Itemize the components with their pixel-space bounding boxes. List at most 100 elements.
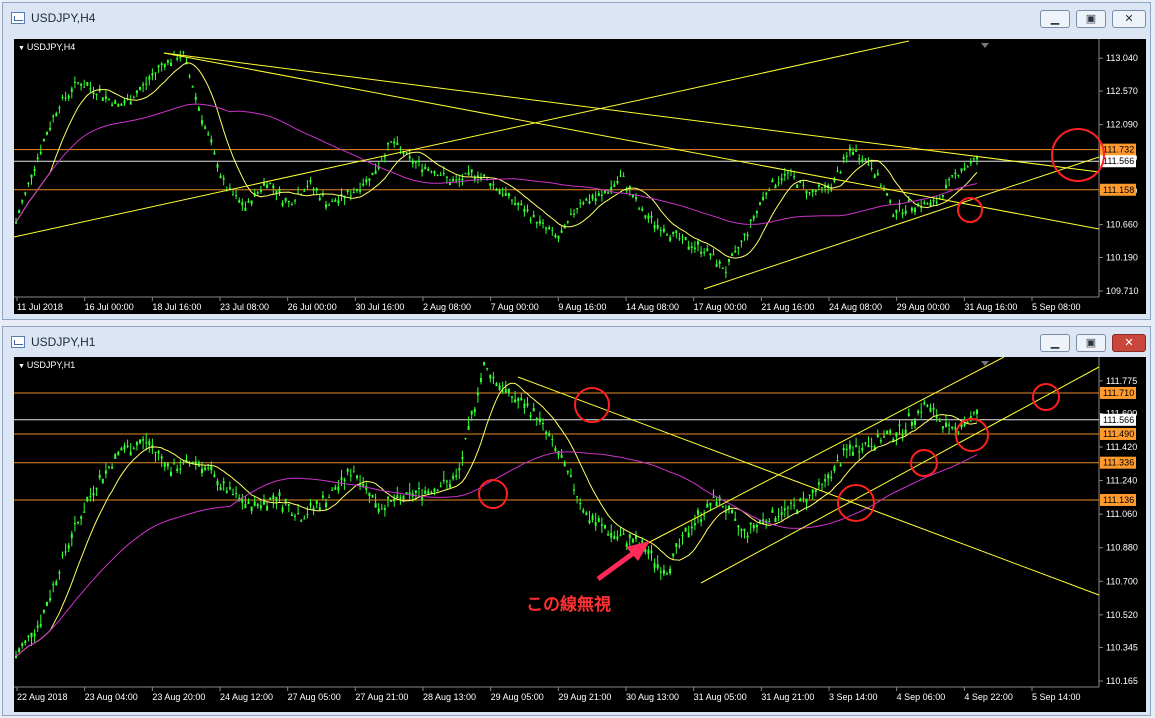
y-tick-label: 109.710: [1106, 286, 1139, 296]
candle-body: [489, 182, 492, 186]
minimize-icon[interactable]: ▁: [1040, 334, 1070, 352]
candle-body: [405, 492, 408, 494]
candle-body: [132, 448, 135, 450]
price-chart-h1[interactable]: 111.775 111.600 111.420 111.240 111.060 110.8…: [14, 357, 1146, 712]
maximize-icon[interactable]: ▣: [1076, 334, 1106, 352]
candle-body: [724, 271, 727, 273]
candle-body: [743, 233, 746, 236]
candle-body: [771, 179, 774, 183]
candle-body: [746, 234, 749, 237]
chart-window-h1[interactable]: USDJPY,H1 ▁ ▣ ✕ 111.775 111.600 111.420 111…: [2, 326, 1151, 716]
candle-body: [256, 504, 259, 507]
candle-body: [390, 141, 393, 143]
marker-circle: [1032, 383, 1060, 411]
candle-body: [86, 81, 89, 86]
candle-body: [883, 436, 885, 438]
candle-body: [855, 445, 858, 448]
candle-body: [58, 572, 61, 574]
candle-body: [232, 494, 234, 496]
close-icon[interactable]: ✕: [1112, 10, 1146, 28]
candle-body: [405, 152, 408, 154]
candle-body: [30, 174, 33, 178]
candle-body: [173, 463, 176, 465]
candle-body: [684, 236, 687, 241]
candle-body: [498, 190, 501, 194]
chart-canvas-h4[interactable]: 113.040112.570112.090111.610111.140110.6…: [14, 39, 1146, 314]
candle-body: [58, 107, 61, 109]
candle-body: [418, 160, 420, 162]
candle-body: [697, 241, 699, 245]
candle-body: [259, 189, 262, 192]
candle-body: [380, 160, 383, 162]
candle-body: [901, 433, 904, 437]
candle-body: [77, 521, 79, 524]
candle-body: [749, 219, 752, 222]
candle-body: [907, 413, 910, 417]
candle-body: [501, 194, 504, 196]
candle-body: [737, 246, 740, 249]
candle-body: [421, 169, 424, 173]
candle-body: [204, 126, 207, 129]
price-level-value: 111.566: [1103, 156, 1134, 166]
candle-body: [597, 518, 600, 522]
candle-body: [628, 534, 631, 538]
candle-body: [182, 461, 185, 463]
price-chart-h4[interactable]: 113.040112.570112.090111.610111.140110.6…: [14, 39, 1146, 314]
window-title: USDJPY,H4: [31, 11, 96, 25]
candle-body: [452, 178, 455, 182]
candle-body: [954, 172, 957, 175]
candle-body: [464, 172, 467, 174]
candle-body: [411, 161, 414, 164]
candle-body: [678, 545, 681, 547]
candle-body: [641, 540, 644, 543]
candle-body: [842, 447, 845, 451]
candle-body: [700, 519, 703, 522]
candle-body: [687, 532, 690, 538]
candle-body: [935, 201, 938, 204]
candle-body: [929, 407, 932, 413]
candle-body: [445, 176, 448, 178]
candle-body: [839, 172, 842, 174]
chart-window-h4[interactable]: USDJPY,H4 ▁ ▣ ✕ 113.040 112.570 112.090 111…: [2, 2, 1151, 320]
close-icon[interactable]: ✕: [1112, 334, 1146, 352]
chart-canvas-h1[interactable]: 111.775111.600111.420111.240111.060110.8…: [14, 357, 1146, 712]
window-titlebar[interactable]: USDJPY,H1 ▁ ▣ ✕: [3, 327, 1150, 357]
candle-body: [123, 445, 126, 450]
candle-body: [600, 194, 603, 196]
candle-body: [21, 643, 24, 646]
candle-body: [424, 490, 427, 495]
x-tick-label: 29 Aug 05:00: [491, 692, 544, 702]
candle-body: [452, 476, 455, 479]
candle-body: [607, 533, 610, 536]
candle-body: [294, 200, 296, 202]
candle-body: [89, 496, 92, 498]
candle-body: [588, 201, 591, 204]
y-tick-label: 110.660: [1106, 220, 1138, 230]
candle-body: [365, 179, 368, 183]
candle-body: [777, 515, 780, 517]
candle-body: [436, 174, 439, 176]
candle-body: [923, 402, 926, 405]
candle-body: [600, 524, 603, 526]
annotation-text: この線無視: [526, 594, 611, 615]
candle-body: [514, 202, 517, 206]
candle-body: [117, 451, 120, 456]
candle-body: [817, 185, 820, 187]
x-tick-label: 29 Aug 21:00: [558, 692, 611, 702]
candle-body: [114, 100, 117, 105]
candle-body: [879, 440, 882, 442]
candle-body: [67, 544, 70, 549]
candle-body: [740, 240, 743, 242]
candle-body: [232, 194, 234, 196]
candle-body: [238, 200, 241, 203]
candle-body: [700, 251, 703, 254]
y-tick-label: 111.240: [1106, 476, 1137, 486]
maximize-icon[interactable]: ▣: [1076, 10, 1106, 28]
candle-body: [901, 212, 904, 215]
window-titlebar[interactable]: USDJPY,H4 ▁ ▣ ✕: [3, 3, 1150, 33]
minimize-icon[interactable]: ▁: [1040, 10, 1070, 28]
candle-body: [724, 511, 727, 513]
candle-body: [269, 182, 272, 185]
candle-body: [969, 161, 972, 164]
candle-body: [957, 174, 960, 176]
